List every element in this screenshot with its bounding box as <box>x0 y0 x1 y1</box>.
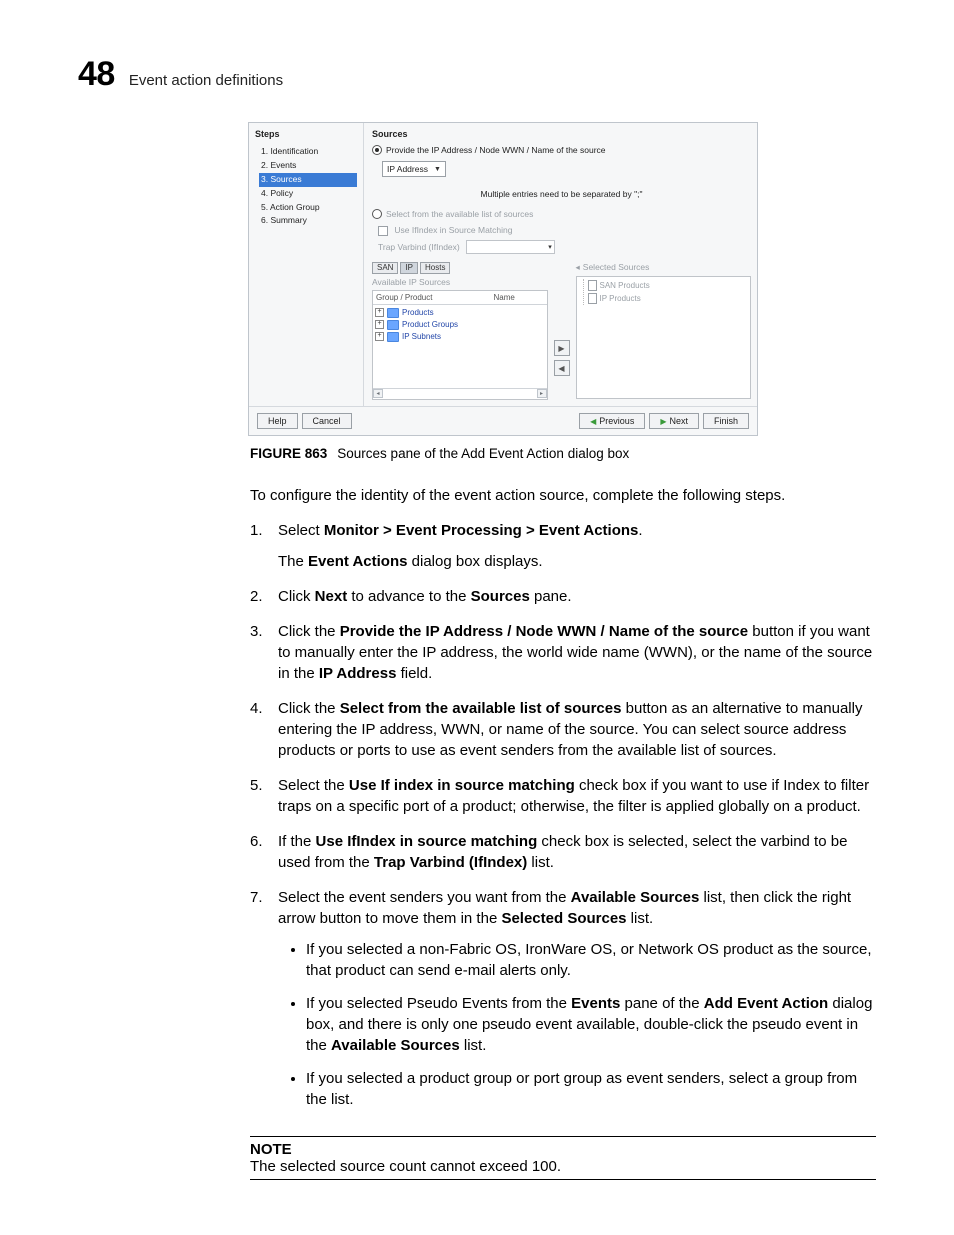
tab-hosts[interactable]: Hosts <box>420 262 450 274</box>
note-block: NOTE The selected source count cannot ex… <box>250 1136 876 1180</box>
figure-caption: FIGURE 863Sources pane of the Add Event … <box>250 446 876 461</box>
sources-heading: Sources <box>372 129 751 139</box>
use-ifindex-label: Use IfIndex in Source Matching <box>394 225 512 235</box>
step-7-bullet-1: If you selected a non-Fabric OS, IronWar… <box>306 939 876 981</box>
help-button[interactable]: Help <box>257 413 298 429</box>
scroll-right-icon[interactable]: ▸ <box>537 389 547 398</box>
wizard-step-events[interactable]: 2. Events <box>259 159 357 173</box>
wizard-step-policy[interactable]: 4. Policy <box>259 187 357 201</box>
trap-varbind-dropdown[interactable]: ▾ <box>466 240 555 254</box>
column-name[interactable]: Name <box>491 291 547 304</box>
trap-varbind-label: Trap Varbind (IfIndex) <box>378 242 460 252</box>
move-left-button[interactable]: ◀ <box>554 360 570 376</box>
tab-san[interactable]: SAN <box>372 262 398 274</box>
chevron-right-icon: ▶ <box>558 344 564 353</box>
wizard-step-identification[interactable]: 1. Identification <box>259 145 357 159</box>
expand-icon[interactable]: + <box>375 320 384 329</box>
section-title: Event action definitions <box>129 72 283 89</box>
previous-button[interactable]: ◀Previous <box>579 413 645 429</box>
step-1: Select Monitor > Event Processing > Even… <box>278 520 876 572</box>
use-ifindex-checkbox[interactable] <box>378 226 388 236</box>
chevron-down-icon: ▾ <box>548 243 552 251</box>
triangle-left-icon: ◀ <box>590 417 596 426</box>
expand-icon[interactable]: + <box>375 332 384 341</box>
chevron-down-icon: ▼ <box>434 166 441 173</box>
wizard-step-summary[interactable]: 6. Summary <box>259 214 357 228</box>
select-from-list-label: Select from the available list of source… <box>386 209 533 219</box>
provide-address-label: Provide the IP Address / Node WWN / Name… <box>386 145 606 155</box>
page-number: 48 <box>78 55 115 94</box>
step-5: Select the Use If index in source matchi… <box>278 775 876 817</box>
provide-address-radio[interactable] <box>372 145 382 155</box>
step-7-bullet-3: If you selected a product group or port … <box>306 1068 876 1110</box>
wizard-step-sources[interactable]: 3. Sources <box>259 173 357 187</box>
wizard-step-action-group[interactable]: 5. Action Group <box>259 201 357 215</box>
add-event-action-dialog: Steps 1. Identification 2. Events 3. Sou… <box>248 122 758 436</box>
intro-paragraph: To configure the identity of the event a… <box>250 485 876 506</box>
wizard-steps-panel: Steps 1. Identification 2. Events 3. Sou… <box>249 123 364 406</box>
horizontal-scrollbar[interactable]: ◂ ▸ <box>373 388 547 399</box>
selected-sources-label: Selected Sources <box>583 262 650 272</box>
tab-ip[interactable]: IP <box>400 262 418 274</box>
scroll-left-icon[interactable]: ◂ <box>373 389 383 398</box>
chevron-left-icon: ◀ <box>558 364 564 373</box>
document-icon <box>588 293 597 304</box>
available-sources-label: Available IP Sources <box>372 277 548 287</box>
folder-icon <box>387 332 399 342</box>
document-icon <box>588 280 597 291</box>
available-sources-table: Group / Product Name +Products +Product … <box>372 290 548 400</box>
column-group-product[interactable]: Group / Product <box>373 291 491 304</box>
select-from-list-radio[interactable] <box>372 209 382 219</box>
finish-button[interactable]: Finish <box>703 413 749 429</box>
triangle-right-icon: ▶ <box>660 417 666 426</box>
step-6: If the Use IfIndex in source matching ch… <box>278 831 876 873</box>
tree-row-product-groups[interactable]: +Product Groups <box>375 319 545 331</box>
tree-row-ip-subnets[interactable]: +IP Subnets <box>375 331 545 343</box>
chevron-left-icon: ◂ <box>576 262 580 273</box>
separator-note: Multiple entries need to be separated by… <box>372 189 751 199</box>
tree-row-products[interactable]: +Products <box>375 307 545 319</box>
steps-heading: Steps <box>255 129 357 139</box>
ip-address-dropdown[interactable]: IP Address ▼ <box>382 161 446 177</box>
step-7: Select the event senders you want from t… <box>278 887 876 1122</box>
move-right-button[interactable]: ▶ <box>554 340 570 356</box>
step-3: Click the Provide the IP Address / Node … <box>278 621 876 684</box>
folder-icon <box>387 308 399 318</box>
folder-icon <box>387 320 399 330</box>
tree-row-san-products[interactable]: SAN Products <box>588 279 748 292</box>
selected-sources-tree: SAN Products IP Products <box>576 276 752 399</box>
step-7-bullet-2: If you selected Pseudo Events from the E… <box>306 993 876 1056</box>
step-4: Click the Select from the available list… <box>278 698 876 761</box>
step-2: Click Next to advance to the Sources pan… <box>278 586 876 607</box>
expand-icon[interactable]: + <box>375 308 384 317</box>
next-button[interactable]: ▶Next <box>649 413 699 429</box>
cancel-button[interactable]: Cancel <box>302 413 352 429</box>
tree-row-ip-products[interactable]: IP Products <box>588 292 748 305</box>
